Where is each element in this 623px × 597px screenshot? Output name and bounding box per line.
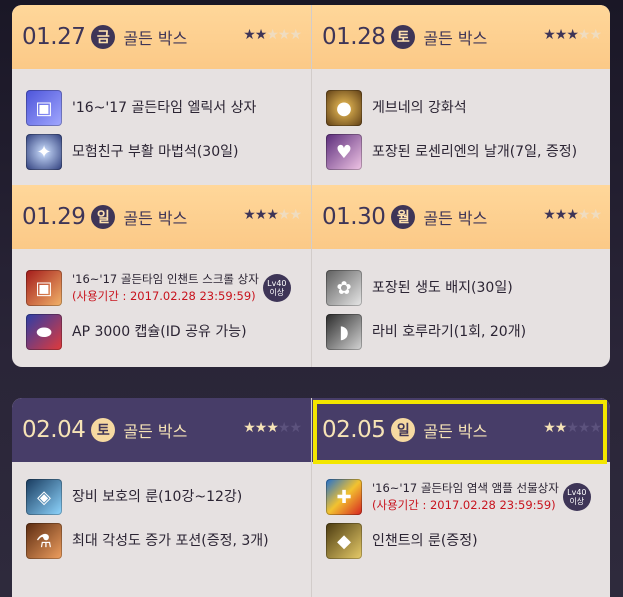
star-rating: ★★★★★	[243, 420, 302, 436]
reward-item[interactable]: ✚ '16~'17 골든타임 염색 앰플 선물상자 (사용기간 : 2017.0…	[326, 477, 607, 517]
reward-item[interactable]: ⬬ AP 3000 캡슐(ID 공유 가능)	[26, 312, 307, 352]
bottom-panel: 02.04 토 골든 박스 ★★★★★ ◈ 장비 보호의 룬(10강~12강) …	[12, 398, 610, 597]
day-card-0127[interactable]: 01.27 금 골든 박스 ★★★★★ ▣ '16~'17 골든타임 엘릭서 상…	[12, 5, 311, 185]
item-label: 최대 각성도 증가 포션(증정, 3개)	[72, 532, 269, 549]
weekday-badge: 일	[391, 418, 416, 442]
red-gift-box-icon: ▣	[26, 270, 62, 306]
reward-item[interactable]: ◗ 라비 호루라기(1회, 20개)	[326, 312, 607, 352]
item-label-group: '16~'17 골든타임 인챈트 스크롤 상자 (사용기간 : 2017.02.…	[72, 271, 259, 305]
badge-package-icon: ✿	[326, 270, 362, 306]
level-badge: Lv40 이상	[562, 483, 591, 511]
item-label: '16~'17 골든타임 염색 앰플 선물상자	[372, 481, 559, 495]
item-label: 라비 호루라기(1회, 20개)	[372, 323, 527, 340]
enchant-rune-icon: ◆	[326, 523, 362, 559]
weekday-badge: 일	[91, 205, 116, 229]
reward-item[interactable]: ▣ '16~'17 골든타임 인챈트 스크롤 상자 (사용기간 : 2017.0…	[26, 268, 307, 308]
level-badge-line2: 이상	[569, 497, 585, 506]
day-header: 01.30 월 골든 박스 ★★★★★	[312, 185, 610, 249]
day-card-0129[interactable]: 01.29 일 골든 박스 ★★★★★ ▣ '16~'17 골든타임 인챈트 스…	[12, 185, 311, 367]
item-label: AP 3000 캡슐(ID 공유 가능)	[72, 323, 247, 340]
reward-item[interactable]: ✦ 모험친구 부활 마법석(30일)	[26, 132, 307, 172]
box-name: 골든 박스	[123, 422, 188, 441]
box-name: 골든 박스	[123, 29, 188, 48]
day-header: 02.05 일 골든 박스 ★★★★★	[312, 398, 610, 462]
star-rating: ★★★★★	[543, 207, 602, 223]
gold-orb-icon: ●	[326, 90, 362, 126]
reward-item[interactable]: ● 게브네의 강화석	[326, 88, 607, 128]
level-badge: Lv40 이상	[262, 274, 291, 302]
day-header: 01.28 토 골든 박스 ★★★★★	[312, 5, 610, 69]
weekday-badge: 토	[391, 25, 416, 49]
item-label: 포장된 로센리엔의 날개(7일, 증정)	[372, 143, 578, 160]
capsule-icon: ⬬	[26, 314, 62, 350]
level-badge-line1: Lv40	[267, 279, 287, 288]
weekday-badge: 월	[391, 205, 416, 229]
level-badge-line1: Lv40	[567, 488, 587, 497]
revive-stone-icon: ✦	[26, 134, 62, 170]
reward-item[interactable]: ◆ 인챈트의 룬(증정)	[326, 521, 607, 561]
day-card-0204[interactable]: 02.04 토 골든 박스 ★★★★★ ◈ 장비 보호의 룬(10강~12강) …	[12, 398, 311, 597]
star-rating: ★★★★★	[543, 420, 602, 436]
protection-rune-icon: ◈	[26, 479, 62, 515]
item-label: '16~'17 골든타임 엘릭서 상자	[72, 99, 257, 116]
day-header: 01.27 금 골든 박스 ★★★★★	[12, 5, 311, 69]
date-label: 02.04	[22, 417, 86, 443]
gift-box-icon: ▣	[26, 90, 62, 126]
reward-item[interactable]: ✿ 포장된 생도 배지(30일)	[326, 268, 607, 308]
item-label: 장비 보호의 룬(10강~12강)	[72, 488, 243, 505]
day-header: 02.04 토 골든 박스 ★★★★★	[12, 398, 311, 462]
date-label: 02.05	[322, 417, 386, 443]
weekday-badge: 토	[91, 418, 116, 442]
day-card-0130[interactable]: 01.30 월 골든 박스 ★★★★★ ✿ 포장된 생도 배지(30일) ◗ 라…	[311, 185, 610, 367]
star-rating: ★★★★★	[243, 207, 302, 223]
item-label: '16~'17 골든타임 인챈트 스크롤 상자	[72, 272, 259, 286]
date-label: 01.28	[322, 24, 386, 50]
day-card-0205[interactable]: 02.05 일 골든 박스 ★★★★★ ✚ '16~'17 골든타임 염색 앰플…	[311, 398, 610, 597]
date-label: 01.30	[322, 204, 386, 230]
box-name: 골든 박스	[423, 29, 488, 48]
item-label: 인챈트의 룬(증정)	[372, 532, 478, 549]
box-name: 골든 박스	[123, 209, 188, 228]
date-label: 01.27	[22, 24, 86, 50]
potion-icon: ⚗	[26, 523, 62, 559]
star-rating: ★★★★★	[543, 27, 602, 43]
top-panel: 01.27 금 골든 박스 ★★★★★ ▣ '16~'17 골든타임 엘릭서 상…	[12, 5, 610, 367]
item-label: 모험친구 부활 마법석(30일)	[72, 143, 239, 160]
item-period: (사용기간 : 2017.02.28 23:59:59)	[372, 498, 556, 512]
reward-item[interactable]: ▣ '16~'17 골든타임 엘릭서 상자	[26, 88, 307, 128]
item-period: (사용기간 : 2017.02.28 23:59:59)	[72, 289, 256, 303]
reward-item[interactable]: ◈ 장비 보호의 룬(10강~12강)	[26, 477, 307, 517]
dye-ampoule-box-icon: ✚	[326, 479, 362, 515]
whistle-icon: ◗	[326, 314, 362, 350]
date-label: 01.29	[22, 204, 86, 230]
item-label-group: '16~'17 골든타임 염색 앰플 선물상자 (사용기간 : 2017.02.…	[372, 480, 559, 514]
box-name: 골든 박스	[423, 209, 488, 228]
weekday-badge: 금	[91, 25, 116, 49]
level-badge-line2: 이상	[269, 288, 285, 297]
box-name: 골든 박스	[423, 422, 488, 441]
item-label: 게브네의 강화석	[372, 99, 467, 116]
reward-item[interactable]: ♥ 포장된 로센리엔의 날개(7일, 증정)	[326, 132, 607, 172]
item-label: 포장된 생도 배지(30일)	[372, 279, 513, 296]
day-header: 01.29 일 골든 박스 ★★★★★	[12, 185, 311, 249]
day-card-0128[interactable]: 01.28 토 골든 박스 ★★★★★ ● 게브네의 강화석 ♥ 포장된 로센리…	[311, 5, 610, 185]
wing-package-icon: ♥	[326, 134, 362, 170]
reward-item[interactable]: ⚗ 최대 각성도 증가 포션(증정, 3개)	[26, 521, 307, 561]
star-rating: ★★★★★	[243, 27, 302, 43]
